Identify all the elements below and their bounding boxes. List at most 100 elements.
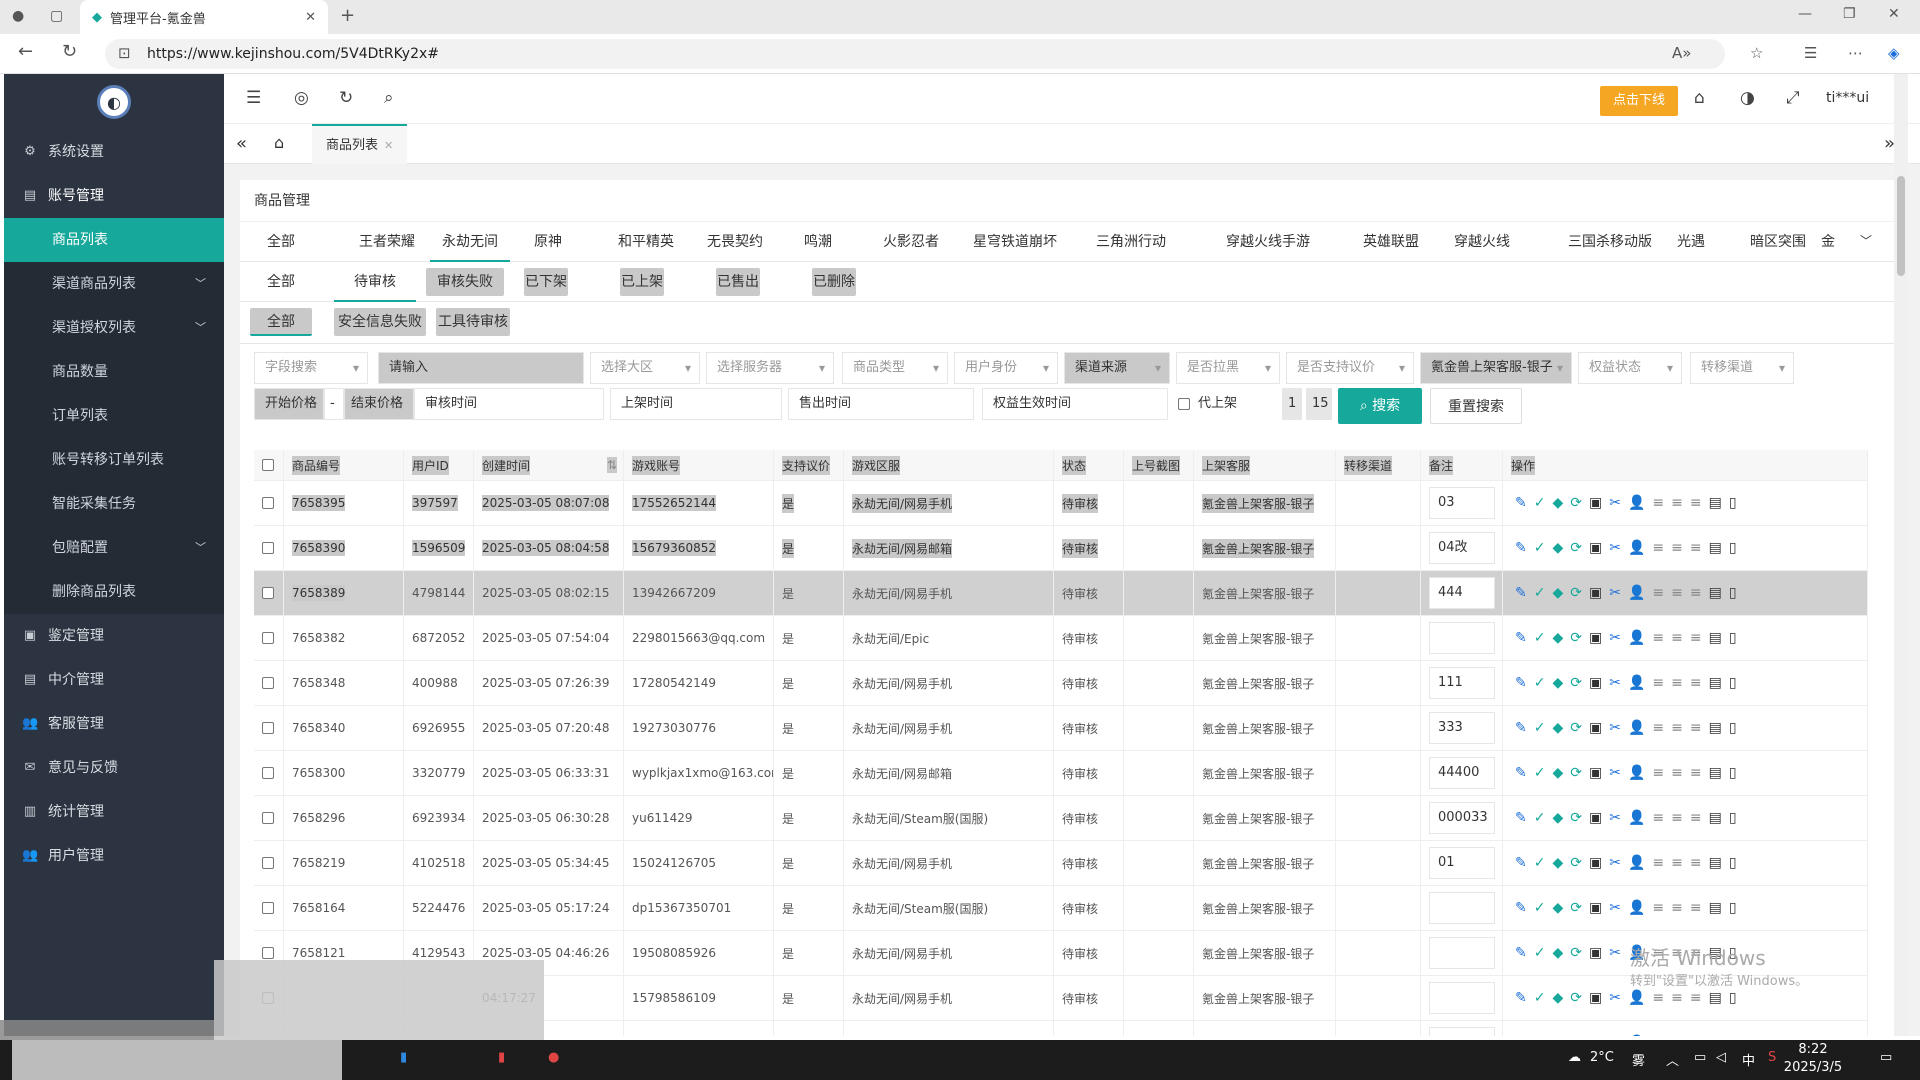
- copilot-icon[interactable]: ◈: [1888, 44, 1900, 62]
- menu-icon[interactable]: ≡: [1652, 810, 1664, 826]
- approve-icon[interactable]: ✓: [1534, 495, 1546, 511]
- refresh-icon[interactable]: ↻: [62, 41, 77, 62]
- search-icon[interactable]: ⌕: [384, 88, 394, 108]
- id-card-icon[interactable]: ▣: [1589, 945, 1602, 961]
- diamond-icon[interactable]: ◆: [1552, 810, 1563, 826]
- menu-icon[interactable]: ≡: [1671, 855, 1683, 871]
- row-checkbox[interactable]: [262, 902, 274, 914]
- server-select[interactable]: 选择服务器: [706, 352, 834, 384]
- game-tab[interactable]: 穿越火线手游: [1200, 222, 1336, 262]
- phone-icon[interactable]: ▯: [1729, 810, 1737, 826]
- diamond-icon[interactable]: ◆: [1552, 1035, 1563, 1036]
- user-icon[interactable]: 👤: [1628, 990, 1645, 1006]
- approve-icon[interactable]: ✓: [1534, 675, 1546, 691]
- edit-icon[interactable]: ✎: [1515, 990, 1527, 1006]
- note-input[interactable]: [1429, 982, 1495, 1014]
- table-row[interactable]: 7658395 397597 2025-03-05 08:07:08 17552652…: [254, 481, 1868, 526]
- table-row[interactable]: 7658296 6923934 2025-03-05 06:30:28 yu61142…: [254, 796, 1868, 841]
- diamond-icon[interactable]: ◆: [1552, 990, 1563, 1006]
- start-price-input[interactable]: 开始价格: [254, 388, 324, 420]
- new-tab-icon[interactable]: +: [340, 5, 355, 26]
- row-checkbox[interactable]: [262, 812, 274, 824]
- menu-icon[interactable]: ≡: [1652, 540, 1664, 556]
- page-scrollbar[interactable]: [1894, 74, 1908, 1036]
- user-icon[interactable]: 👤: [1628, 675, 1645, 691]
- phone-icon[interactable]: ▯: [1729, 495, 1737, 511]
- sidebar-sub-product-list[interactable]: 商品列表: [4, 218, 224, 262]
- game-tab[interactable]: 永劫无间: [430, 222, 510, 262]
- select-all-checkbox[interactable]: [262, 459, 274, 471]
- close-tab-icon[interactable]: ✕: [305, 10, 316, 25]
- sidebar-item-appraisal[interactable]: ▣ 鉴定管理: [4, 614, 224, 658]
- edit-icon[interactable]: ✎: [1515, 1035, 1527, 1036]
- menu-icon[interactable]: ≡: [1652, 855, 1664, 871]
- agent-select[interactable]: 氪金兽上架客服-银子: [1420, 352, 1572, 384]
- restore-icon[interactable]: ❐: [1843, 6, 1856, 22]
- status-tab[interactable]: 已上架: [620, 268, 664, 296]
- note-input[interactable]: 01: [1429, 847, 1495, 879]
- phone-icon[interactable]: ▯: [1729, 540, 1737, 556]
- sidebar-sub-product-count[interactable]: 商品数量: [4, 350, 224, 394]
- menu-icon[interactable]: ≡: [1690, 990, 1702, 1006]
- status-tab[interactable]: 已下架: [524, 268, 568, 296]
- taskbar-app-icon[interactable]: ▮: [498, 1050, 505, 1065]
- phone-icon[interactable]: ▯: [1729, 630, 1737, 646]
- scissors-icon[interactable]: ✂: [1609, 945, 1621, 961]
- diamond-icon[interactable]: ◆: [1552, 495, 1563, 511]
- rights-status-select[interactable]: 权益状态: [1578, 352, 1682, 384]
- search-button[interactable]: ⌕ 搜索: [1338, 388, 1422, 424]
- edit-icon[interactable]: ✎: [1515, 585, 1527, 601]
- table-row[interactable]: 7658219 4102518 2025-03-05 05:34:45 1502412…: [254, 841, 1868, 886]
- diamond-icon[interactable]: ◆: [1552, 675, 1563, 691]
- id-card-icon[interactable]: ▣: [1589, 675, 1602, 691]
- table-row[interactable]: 7658340 6926955 2025-03-05 07:20:48 1927303…: [254, 706, 1868, 751]
- scissors-icon[interactable]: ✂: [1609, 720, 1621, 736]
- tray-chevron-icon[interactable]: ︿: [1666, 1050, 1679, 1069]
- user-icon[interactable]: 👤: [1628, 540, 1645, 556]
- sidebar-item-feedback[interactable]: ✉ 意见与反馈: [4, 746, 224, 790]
- note-input[interactable]: 333: [1429, 712, 1495, 744]
- id-card-icon[interactable]: ▣: [1589, 630, 1602, 646]
- clock-date[interactable]: 2025/3/5: [1778, 1060, 1848, 1075]
- listing-time-input[interactable]: 上架时间: [610, 388, 782, 420]
- id-card-icon[interactable]: ▣: [1589, 495, 1602, 511]
- menu-icon[interactable]: ≡: [1671, 765, 1683, 781]
- tab-actions-icon[interactable]: ▢: [50, 8, 63, 24]
- row-checkbox[interactable]: [262, 947, 274, 959]
- game-tab[interactable]: 全部: [250, 222, 312, 262]
- page-input[interactable]: 1: [1282, 388, 1302, 420]
- note-input[interactable]: [1429, 1027, 1495, 1036]
- close-icon[interactable]: ✕: [384, 139, 393, 152]
- phone-icon[interactable]: ▯: [1729, 855, 1737, 871]
- edit-icon[interactable]: ✎: [1515, 720, 1527, 736]
- edit-icon[interactable]: ✎: [1515, 630, 1527, 646]
- user-icon[interactable]: 👤: [1628, 630, 1645, 646]
- comment-icon[interactable]: ▤: [1709, 585, 1722, 601]
- approve-icon[interactable]: ✓: [1534, 630, 1546, 646]
- note-input[interactable]: 444: [1429, 577, 1495, 609]
- menu-icon[interactable]: ≡: [1671, 630, 1683, 646]
- read-aloud-icon[interactable]: A»: [1672, 44, 1691, 62]
- sync-icon[interactable]: ⟳: [1570, 720, 1582, 736]
- user-identity-select[interactable]: 用户身份: [954, 352, 1058, 384]
- diamond-icon[interactable]: ◆: [1552, 900, 1563, 916]
- menu-icon[interactable]: ≡: [1671, 540, 1683, 556]
- table-row[interactable]: 7658390 1596509 2025-03-05 08:04:58 1567936…: [254, 526, 1868, 571]
- game-tab[interactable]: 火影忍者: [868, 222, 954, 262]
- sync-icon[interactable]: ⟳: [1570, 855, 1582, 871]
- menu-icon[interactable]: ≡: [1690, 855, 1702, 871]
- menu-icon[interactable]: ≡: [1690, 540, 1702, 556]
- phone-icon[interactable]: ▯: [1729, 990, 1737, 1006]
- sync-icon[interactable]: ⟳: [1570, 495, 1582, 511]
- scissors-icon[interactable]: ✂: [1609, 630, 1621, 646]
- row-checkbox[interactable]: [262, 632, 274, 644]
- sidebar-item-system[interactable]: ⚙ 系统设置: [4, 130, 224, 174]
- phone-icon[interactable]: ▯: [1729, 900, 1737, 916]
- note-input[interactable]: 04改: [1429, 532, 1495, 564]
- field-search-select[interactable]: 字段搜索: [254, 352, 368, 384]
- sidebar-sub-smart-collect[interactable]: 智能采集任务: [4, 482, 224, 526]
- comment-icon[interactable]: ▤: [1709, 765, 1722, 781]
- comment-icon[interactable]: ▤: [1709, 900, 1722, 916]
- approve-icon[interactable]: ✓: [1534, 765, 1546, 781]
- edit-icon[interactable]: ✎: [1515, 810, 1527, 826]
